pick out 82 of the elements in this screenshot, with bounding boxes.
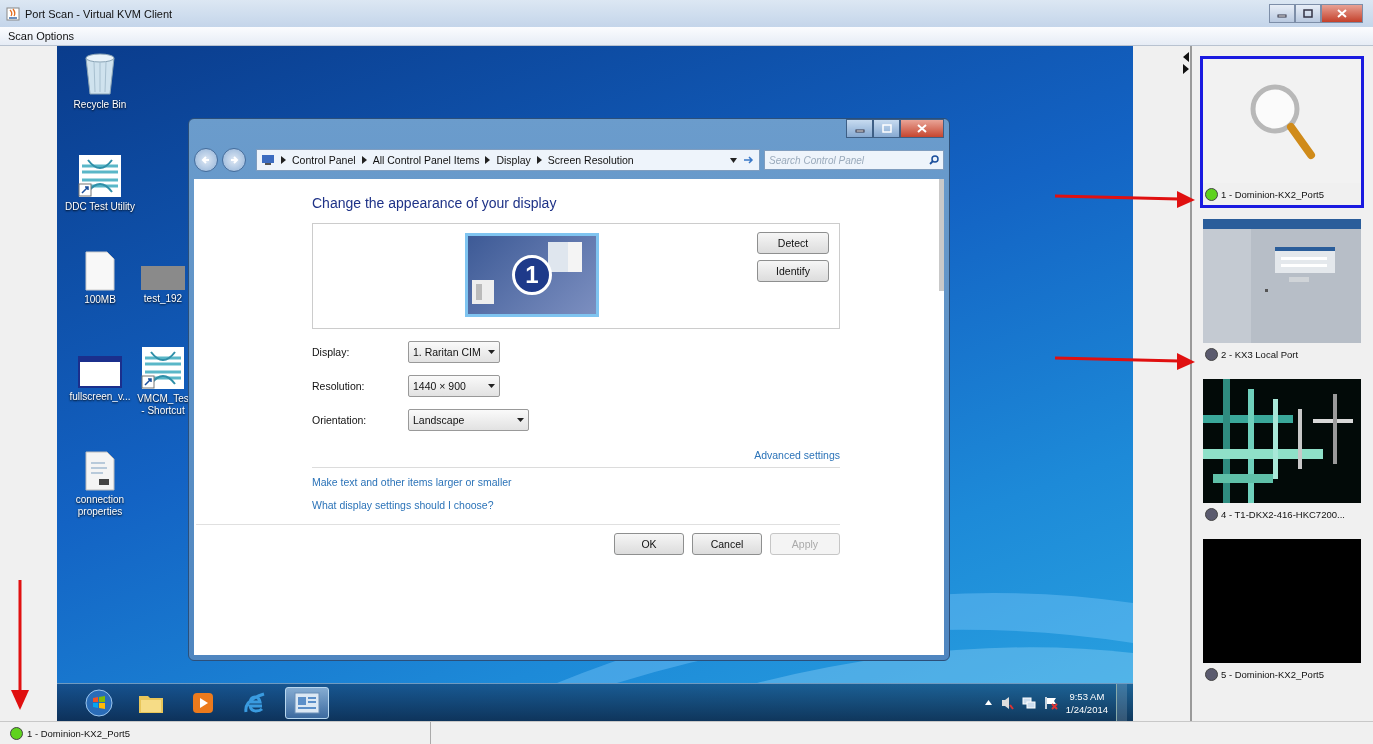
port-thumbnail[interactable]: 2 - KX3 Local Port [1200, 216, 1364, 368]
port-label: 1 - Dominion-KX2_Port5 [1221, 188, 1324, 200]
breadcrumb-item[interactable]: Control Panel [292, 154, 356, 166]
address-bar[interactable]: Control Panel All Control Panel Items Display Screen Resolution [256, 149, 760, 171]
close-icon [1337, 9, 1347, 18]
dialog-button[interactable]: OK [614, 533, 684, 555]
menu-item[interactable]: Scan Options [4, 30, 79, 42]
breadcrumb-item[interactable]: All Control Panel Items [372, 154, 480, 166]
taskbar-button[interactable] [285, 686, 329, 719]
speaker-icon[interactable] [999, 695, 1014, 710]
breadcrumb-item[interactable]: Screen Resolution [547, 154, 634, 166]
search-field[interactable]: Search Control Panel [764, 150, 944, 170]
icon-label[interactable]: 100MB [84, 294, 116, 306]
minimize-button[interactable] [1269, 4, 1295, 23]
field-label: Resolution: [312, 379, 366, 392]
show-desktop-button[interactable] [1116, 684, 1127, 721]
icon-label[interactable]: VMCM_Tes - Shortcut [135, 393, 191, 417]
control-panel-icon [261, 154, 275, 166]
search-icon [929, 155, 939, 165]
icon-label[interactable]: Recycle Bin [73, 99, 127, 111]
chevron-icon [536, 156, 542, 164]
field-label: Display: [312, 345, 351, 358]
maximize-icon [1303, 9, 1313, 18]
chevron-icon [281, 156, 286, 164]
field-label: Orientation: [312, 413, 368, 426]
icon-label[interactable]: fullscreen_v... [69, 391, 131, 403]
start-orb-icon [85, 688, 113, 717]
close-button[interactable] [900, 119, 944, 138]
status-text: 1 - Dominion-KX2_Port5 [27, 727, 130, 739]
icon-label[interactable]: connection properties [65, 494, 135, 518]
window-title: Port Scan - Virtual KVM Client [25, 7, 174, 20]
minimize-button[interactable] [846, 119, 873, 138]
dropdown[interactable]: Landscape [408, 408, 529, 431]
chevron-icon [485, 156, 491, 164]
dropdown[interactable]: 1440 × 900 [408, 374, 500, 397]
side-button[interactable]: Identify [757, 260, 829, 282]
advanced-settings-link[interactable]: Advanced settings [754, 449, 840, 461]
app-window-icon [294, 691, 320, 714]
help-link[interactable]: What display settings should I choose? [312, 499, 494, 511]
app-shortcut-icon[interactable] [141, 346, 185, 390]
port-label: 2 - KX3 Local Port [1221, 348, 1299, 360]
forward-button[interactable] [222, 148, 246, 172]
file-icon[interactable] [85, 251, 115, 291]
port-thumbnail[interactable]: 5 - Dominion-KX2_Port5 [1200, 536, 1364, 688]
dropdown[interactable]: 1. Raritan CIM [408, 340, 500, 363]
port-thumbnail[interactable]: 4 - T1-DKX2-416-HKC7200... [1200, 376, 1364, 528]
heading: Change the appearance of your display [312, 195, 558, 211]
caret-icon [517, 417, 524, 422]
back-button[interactable] [194, 148, 218, 172]
help-link[interactable]: Make text and other items larger or smaller [312, 476, 512, 488]
window-icon[interactable] [78, 356, 122, 388]
refresh-icon[interactable] [743, 155, 755, 165]
side-button[interactable]: Detect [757, 232, 829, 254]
document-icon[interactable] [85, 451, 115, 491]
caret-icon[interactable] [984, 700, 992, 705]
forward-arrow-icon [229, 155, 239, 165]
app-shortcut-icon[interactable] [78, 154, 122, 198]
app-icon [6, 6, 20, 21]
port-label: 5 - Dominion-KX2_Port5 [1221, 668, 1324, 680]
scrollbar-thumb[interactable] [939, 179, 944, 291]
port-label: 4 - T1-DKX2-416-HKC7200... [1221, 508, 1345, 520]
clock[interactable]: 9:53 AM 1/24/2014 [1065, 689, 1108, 716]
maximize-button[interactable] [1295, 4, 1321, 23]
monitor-tile[interactable]: 1 [465, 233, 599, 317]
maximize-icon [881, 124, 892, 133]
port-thumbnail[interactable]: 1 - Dominion-KX2_Port5 [1200, 56, 1364, 208]
caret-icon [488, 383, 495, 388]
caret-icon [488, 349, 495, 354]
flag-icon[interactable] [1043, 695, 1058, 710]
icon-label[interactable]: test_192 [143, 293, 183, 305]
close-button[interactable] [1321, 4, 1363, 23]
recycle-bin-icon[interactable] [82, 52, 118, 96]
caret-icon[interactable] [730, 157, 737, 163]
media-player-icon [192, 691, 214, 714]
chevron-icon [361, 156, 367, 164]
network-icon[interactable] [1021, 695, 1036, 710]
dialog-button[interactable]: Cancel [692, 533, 762, 555]
maximize-button[interactable] [873, 119, 900, 138]
back-arrow-icon [201, 155, 211, 165]
icon-label[interactable]: DDC Test Utility [65, 201, 135, 213]
close-icon [917, 124, 927, 133]
breadcrumb-item[interactable]: Display [496, 154, 531, 166]
